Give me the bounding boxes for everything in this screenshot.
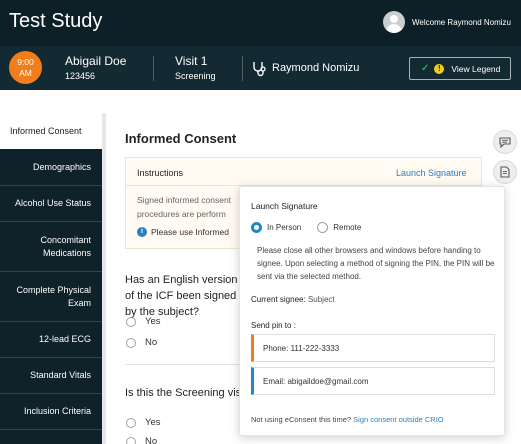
divider xyxy=(242,56,243,81)
info-icon: i xyxy=(137,227,147,237)
launch-signature-link[interactable]: Launch Signature xyxy=(396,168,467,178)
current-signee: Current signee: Subject xyxy=(251,295,335,304)
launch-signature-popup: Launch Signature In Person Remote Please… xyxy=(239,186,505,436)
sidebar-item-informed-consent[interactable]: Informed Consent xyxy=(0,113,102,149)
sidebar-item-label: Informed Consent xyxy=(10,125,82,136)
alert-icon: ! xyxy=(434,63,445,74)
popup-footer: Not using eConsent this time? Sign conse… xyxy=(251,415,444,424)
in-person-radio[interactable] xyxy=(251,222,262,233)
option-label: No xyxy=(145,436,158,444)
investigator-name: Raymond Nomizu xyxy=(272,62,360,74)
option-label: Yes xyxy=(145,417,161,428)
send-pin-label: Send pin to : xyxy=(251,321,296,330)
divider xyxy=(153,56,154,81)
sidebar-scrollbar[interactable] xyxy=(102,113,106,444)
instructions-header: Instructions Launch Signature xyxy=(126,158,481,186)
radio-button[interactable] xyxy=(126,436,136,444)
popup-description: Please close all other browsers and wind… xyxy=(257,246,495,281)
view-legend-button[interactable]: ✓ ! View Legend xyxy=(409,57,511,80)
option-no[interactable]: No xyxy=(126,337,157,348)
sidebar-item-concomitant-medications[interactable]: Concomitant Medications xyxy=(0,222,102,272)
document-button[interactable] xyxy=(493,160,517,184)
question-screening-visit: Is this the Screening visit? xyxy=(125,387,243,399)
sidebar-item-label: Alcohol Use Status xyxy=(14,198,91,208)
radio-button[interactable] xyxy=(126,337,136,348)
current-signee-label: Current signee: xyxy=(251,295,306,304)
option-label: No xyxy=(145,337,158,348)
radio-button[interactable] xyxy=(126,417,136,428)
instructions-note: Please use Informed C xyxy=(151,227,231,237)
sidebar-item-12-lead-ecg[interactable]: 12-lead ECG xyxy=(0,322,102,358)
visit-bar: 9:00 AM Abigail Doe 123456 Visit 1 Scree… xyxy=(0,46,521,90)
remote-radio[interactable] xyxy=(317,222,329,233)
instructions-text: Signed informed consent procedures are p… xyxy=(137,193,237,221)
visit-name: Visit 1 xyxy=(175,54,208,68)
signing-mode-group: In Person Remote xyxy=(251,222,377,233)
top-bar: Test Study Welcome Raymond Nomizu xyxy=(0,0,521,46)
instructions-line: procedures are perform xyxy=(137,209,226,219)
instructions-line: Signed informed consent xyxy=(137,195,232,205)
sidebar-item-complete-physical-exam[interactable]: Complete Physical Exam xyxy=(0,272,102,322)
welcome-text: Welcome Raymond Nomizu xyxy=(412,17,511,27)
option-yes[interactable]: Yes xyxy=(126,316,161,327)
popup-title: Launch Signature xyxy=(251,201,318,211)
instructions-title: Instructions xyxy=(137,168,184,178)
sidebar-item-label: Demographics xyxy=(32,161,91,172)
visit-time-badge: 9:00 AM xyxy=(9,51,42,84)
sidebar-item-alcohol-use-status[interactable]: Alcohol Use Status xyxy=(0,186,102,222)
remote-label[interactable]: Remote xyxy=(333,223,361,232)
sidebar-item-inclusion-criteria[interactable]: Inclusion Criteria xyxy=(0,394,102,430)
divider xyxy=(125,364,243,365)
sidebar-item-demographics[interactable]: Demographics xyxy=(0,149,102,186)
patient-id: 123456 xyxy=(65,71,96,81)
in-person-label[interactable]: In Person xyxy=(267,223,301,232)
comment-icon xyxy=(499,136,511,148)
view-legend-label: View Legend xyxy=(451,63,501,74)
send-pin-phone-option[interactable]: Phone: 111-222-3333 xyxy=(251,334,495,362)
radio-button[interactable] xyxy=(126,316,136,327)
send-pin-email-option[interactable]: Email: abigaildoe@gmail.com xyxy=(251,367,495,395)
check-icon: ✓ xyxy=(421,63,430,74)
email-value: Email: abigaildoe@gmail.com xyxy=(263,376,369,386)
question-icf-signed: Has an English version of the ICF been s… xyxy=(125,274,238,318)
app-title: Test Study xyxy=(9,10,103,32)
sidebar-item-label: 12-lead ECG xyxy=(38,334,91,344)
visit-time: 9:00 xyxy=(17,57,34,67)
footer-text: Not using eConsent this time? xyxy=(251,415,352,424)
avatar-icon[interactable] xyxy=(383,11,405,33)
comment-button[interactable] xyxy=(493,130,517,154)
visit-ampm: AM xyxy=(19,68,32,78)
patient-name: Abigail Doe xyxy=(65,54,127,68)
sidebar-item-standard-vitals[interactable]: Standard Vitals xyxy=(0,358,102,394)
option-no[interactable]: No xyxy=(126,436,157,444)
user-menu[interactable]: Welcome Raymond Nomizu xyxy=(383,11,511,33)
option-label: Yes xyxy=(145,316,161,327)
sidebar-item-label: Inclusion Criteria xyxy=(23,406,91,416)
form-sidebar: Informed Consent Demographics Alcohol Us… xyxy=(0,113,102,444)
sign-outside-crio-link[interactable]: Sign consent outside CRIO xyxy=(353,415,443,424)
sidebar-item-label: Concomitant Medications xyxy=(40,234,91,258)
sidebar-item-label: Complete Physical Exam xyxy=(16,284,91,308)
sidebar-item-label: Standard Vitals xyxy=(30,370,91,380)
stethoscope-icon xyxy=(253,62,266,77)
option-yes[interactable]: Yes xyxy=(126,417,161,428)
visit-type: Screening xyxy=(175,71,216,81)
document-icon xyxy=(500,166,510,178)
page-title: Informed Consent xyxy=(125,131,237,146)
phone-value: Phone: 111-222-3333 xyxy=(263,343,340,353)
current-signee-value: Subject xyxy=(307,295,335,304)
